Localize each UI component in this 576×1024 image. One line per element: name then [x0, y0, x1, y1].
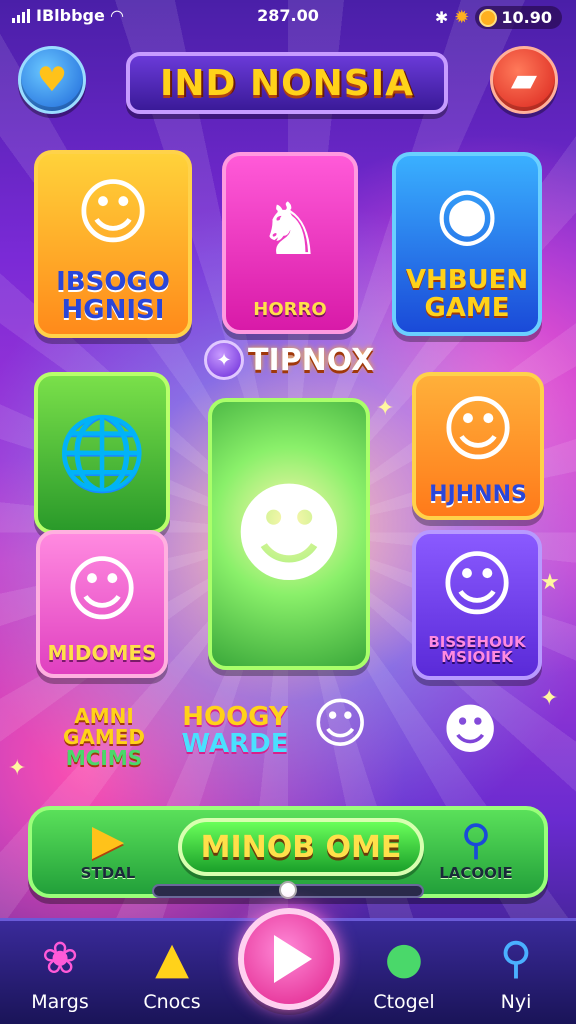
- play-arrow-icon: ▶: [91, 815, 125, 864]
- game-card-1-label-line2: HGNISI: [61, 294, 165, 325]
- nav-item-margs[interactable]: ❀ Margs: [10, 933, 110, 1013]
- nav-item-label: Ctogel: [373, 991, 435, 1013]
- gem-icon: ✦: [204, 340, 244, 380]
- nav-item-cnocs[interactable]: ▲ Cnocs: [122, 933, 222, 1013]
- game-card-8-label-line2: MSIOIEK: [441, 648, 513, 667]
- sparkle-icon: ✦: [376, 396, 395, 421]
- title-banner: IND NONSIA: [126, 52, 448, 114]
- nav-item-nyi[interactable]: ⚲ Nyi: [466, 933, 566, 1013]
- nav-item-ctogel[interactable]: ● Ctogel: [354, 933, 454, 1013]
- game-card-1-label: IBSOGO HGNISI: [52, 269, 174, 334]
- nav-item-label: Margs: [31, 991, 89, 1013]
- bluetooth-icon: ✱: [434, 8, 449, 27]
- floating-label-center-line1: HOOGY: [182, 702, 288, 732]
- game-card-8[interactable]: ☺ BISSEHOUK MSIOIEK: [412, 530, 542, 680]
- heart-icon: ♥: [36, 60, 68, 100]
- baby-character-icon: ☻: [231, 470, 347, 598]
- game-card-7[interactable]: ☺ MIDOMES: [36, 530, 168, 678]
- nav-item-label: Cnocs: [143, 991, 201, 1013]
- helmet-kid-icon: ☺: [64, 546, 140, 631]
- start-button-label: STDAL: [80, 864, 136, 882]
- coin-icon: [479, 8, 498, 27]
- featured-tag-label: TIPNOX: [248, 342, 375, 378]
- girl-character-icon: ☺: [439, 542, 515, 627]
- kid-mascot-icon: ☻: [442, 698, 499, 761]
- floating-label-left: AMNI GAMED MCIMS: [54, 706, 154, 769]
- gear-icon[interactable]: ✹: [454, 7, 469, 28]
- action-panel: ▶ STDAL MINOB OME ⚲ LACOOIE: [28, 806, 548, 899]
- sparkle-icon: ★: [540, 570, 560, 595]
- floating-label-left-line3: MCIMS: [65, 746, 143, 770]
- play-button[interactable]: [238, 908, 340, 1010]
- cat-character-icon: ♞: [257, 186, 323, 271]
- game-card-1-label-line1: IBSOGO: [56, 267, 170, 298]
- floating-label-left-line1: AMNI: [74, 704, 134, 728]
- cat-mascot-icon: ☺: [312, 692, 369, 755]
- game-card-6-label: HJHNNS: [429, 481, 527, 507]
- chest-button[interactable]: ▰: [490, 46, 558, 114]
- floating-label-center-line2: WARDE: [181, 729, 289, 760]
- game-card-3[interactable]: ◉ VHBUEN GAME: [392, 152, 542, 336]
- game-card-3-label: VHBUEN GAME: [402, 267, 532, 332]
- game-card-6[interactable]: ☺ HJHNNS: [412, 372, 544, 520]
- progress-slider[interactable]: [152, 881, 424, 899]
- sparkle-icon: ✦: [8, 756, 27, 781]
- game-card-2-label: HORRO: [253, 299, 327, 321]
- chest-icon: ▰: [510, 60, 538, 100]
- game-card-1[interactable]: ☺ IBSOGO HGNISI: [34, 150, 192, 338]
- start-button[interactable]: ▶ STDAL: [68, 815, 148, 883]
- sparkle-icon: ✦: [540, 686, 559, 711]
- slider-knob[interactable]: [279, 881, 297, 899]
- game-card-7-label: MIDOMES: [47, 641, 157, 665]
- floating-label-center: HOOGY WARDE: [180, 702, 290, 760]
- boy-character-icon: ☺: [75, 169, 151, 254]
- currency-amount: 10.90: [501, 8, 552, 27]
- globe-cart-icon: 🌐: [57, 411, 147, 495]
- status-bar: IBlbbge ◠ 287.00 ✱ ✹ 10.90: [0, 6, 576, 30]
- magnifier-icon: ⚲: [460, 815, 492, 864]
- currency-pill: 10.90: [475, 6, 562, 29]
- game-card-2[interactable]: ♞ HORRO: [222, 152, 358, 334]
- game-card-3-label-line1: VHBUEN: [405, 265, 529, 296]
- main-cta-label: MINOB OME: [200, 829, 402, 865]
- main-cta-button[interactable]: MINOB OME: [178, 818, 424, 876]
- berry-icon: ❀: [41, 933, 79, 984]
- featured-tag[interactable]: ✦ TIPNOX: [204, 340, 374, 380]
- orb-icon: ●: [384, 933, 424, 984]
- nacho-icon: ▲: [155, 933, 189, 984]
- search-button[interactable]: ⚲ LACOOIE: [436, 815, 516, 883]
- floating-label-left-line2: GAMED: [62, 725, 146, 749]
- fox-kid-icon: ☺: [440, 387, 516, 472]
- page-title: IND NONSIA: [160, 62, 414, 104]
- game-card-4[interactable]: 🌐: [34, 372, 170, 534]
- nav-item-label: Nyi: [500, 991, 532, 1013]
- search-icon: ⚲: [499, 933, 533, 984]
- search-button-label: LACOOIE: [439, 864, 513, 882]
- heart-button[interactable]: ♥: [18, 46, 86, 114]
- game-card-3-label-line2: GAME: [424, 292, 510, 323]
- game-card-8-label: BISSEHOUK MSIOIEK: [424, 634, 529, 677]
- play-icon: [274, 935, 312, 983]
- magnifier-ball-icon: ◉: [435, 169, 499, 254]
- featured-game-card[interactable]: ☻: [208, 398, 370, 670]
